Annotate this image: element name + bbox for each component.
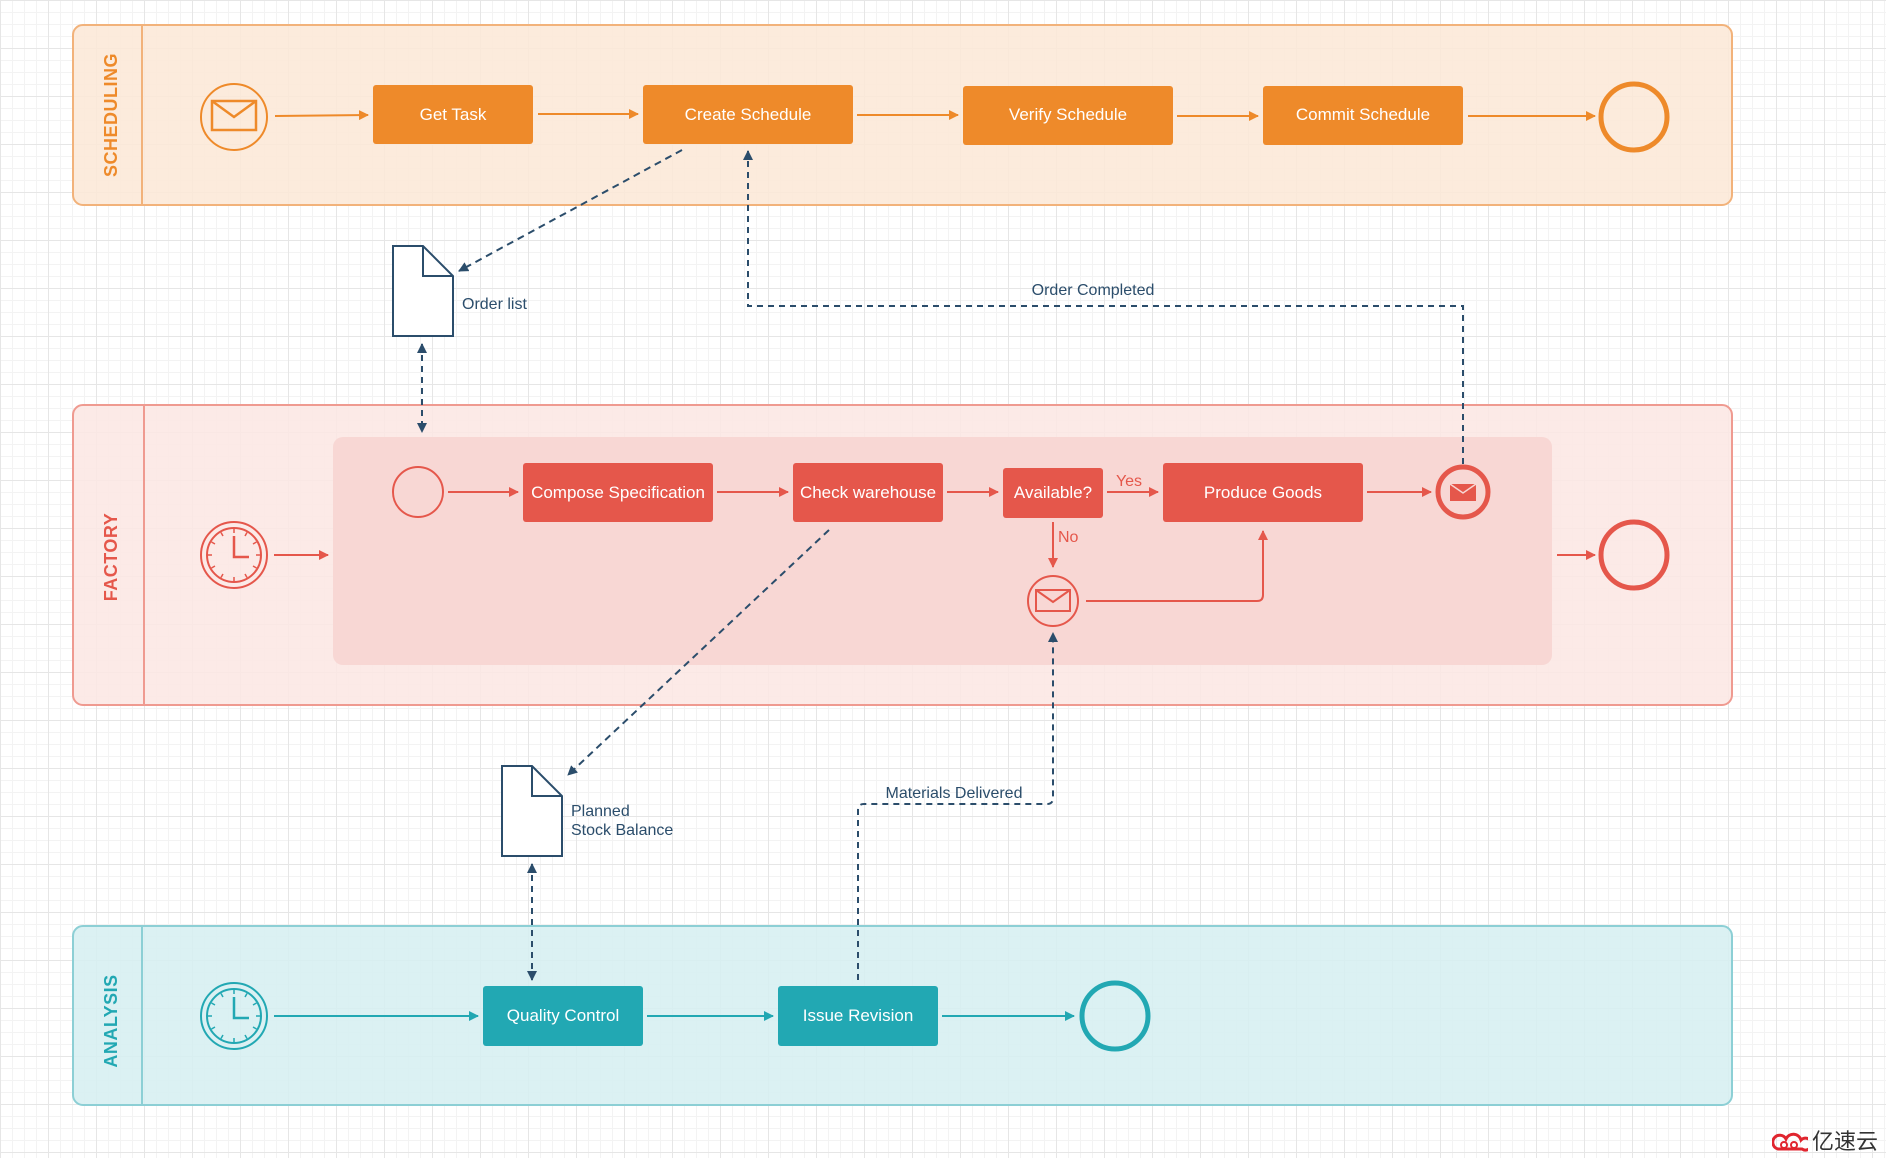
document-label-planned: Planned — [571, 803, 630, 820]
task-label: Available? — [1014, 483, 1092, 502]
lane-label-analysis: ANALYSIS — [101, 974, 121, 1067]
task-compose-specification[interactable]: Compose Specification — [523, 463, 713, 522]
task-check-warehouse[interactable]: Check warehouse — [793, 463, 943, 522]
label-yes: Yes — [1116, 473, 1142, 490]
document-order-list[interactable] — [392, 245, 454, 337]
document-label-stock-balance: Stock Balance — [571, 822, 673, 839]
watermark-text: 亿速云 — [1811, 1130, 1878, 1155]
bpmn-diagram: SCHEDULING Get Task Create Schedule Veri… — [72, 24, 1733, 1106]
timer-start-icon[interactable] — [200, 521, 268, 589]
task-label: Produce Goods — [1204, 483, 1322, 502]
lane-label-factory: FACTORY — [101, 513, 121, 602]
task-available[interactable]: Available? — [1003, 468, 1103, 518]
task-commit-schedule[interactable]: Commit Schedule — [1263, 86, 1463, 145]
task-quality-control[interactable]: Quality Control — [483, 986, 643, 1046]
task-label: Create Schedule — [685, 105, 812, 124]
label-no: No — [1058, 529, 1079, 546]
cloud-logo-icon — [1771, 1132, 1808, 1152]
task-verify-schedule[interactable]: Verify Schedule — [963, 86, 1173, 145]
watermark: 亿速云 — [1771, 1124, 1878, 1156]
task-create-schedule[interactable]: Create Schedule — [643, 85, 853, 144]
task-issue-revision[interactable]: Issue Revision — [778, 986, 938, 1046]
task-label: Quality Control — [507, 1006, 619, 1025]
task-produce-goods[interactable]: Produce Goods — [1163, 463, 1363, 522]
task-label: Get Task — [420, 105, 487, 124]
lane-label-scheduling: SCHEDULING — [101, 53, 121, 177]
task-label: Issue Revision — [803, 1006, 914, 1025]
task-label: Verify Schedule — [1009, 105, 1127, 124]
task-label: Commit Schedule — [1296, 105, 1430, 124]
flow-start-to-get-task — [274, 110, 369, 121]
task-get-task[interactable]: Get Task — [373, 85, 533, 144]
document-label-order-list: Order list — [462, 296, 527, 313]
label-materials-delivered: Materials Delivered — [886, 785, 1023, 802]
label-order-completed: Order Completed — [1032, 282, 1155, 299]
task-label: Check warehouse — [800, 483, 936, 502]
task-label: Compose Specification — [531, 483, 705, 502]
document-planned-stock[interactable] — [501, 765, 563, 857]
timer-start-icon[interactable] — [200, 982, 268, 1050]
